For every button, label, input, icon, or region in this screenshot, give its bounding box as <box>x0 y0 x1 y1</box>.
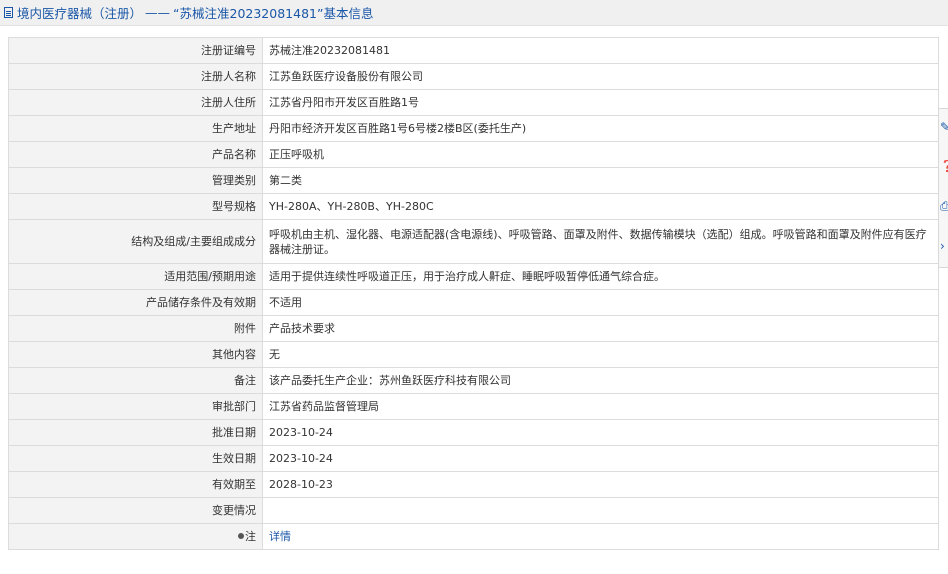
table-row: 生产地址 丹阳市经济开发区百胜路1号6号楼2楼B区(委托生产) <box>8 115 939 142</box>
table-row: 其他内容 无 <box>8 341 939 368</box>
page-title: “苏械注准20232081481”基本信息 <box>173 6 374 21</box>
row-label: 结构及组成/主要组成成分 <box>8 219 263 264</box>
row-value: 详情 <box>262 523 939 550</box>
help-icon[interactable]: ❓ <box>940 160 948 172</box>
row-value: 不适用 <box>262 289 939 316</box>
row-label: 生效日期 <box>8 445 263 472</box>
registration-info-table: 注册证编号 苏械注准20232081481 注册人名称 江苏鱼跃医疗设备股份有限… <box>8 37 939 550</box>
row-label: 管理类别 <box>8 167 263 194</box>
table-row: 变更情况 <box>8 497 939 524</box>
row-value: 无 <box>262 341 939 368</box>
table-row: 附件 产品技术要求 <box>8 315 939 342</box>
table-row: 注 详情 <box>8 523 939 550</box>
section-name: 境内医疗器械（注册） <box>17 6 143 21</box>
side-toolbar: ✎ ❓ ⎙ › <box>938 108 948 268</box>
row-label: 备注 <box>8 367 263 394</box>
table-row: 生效日期 2023-10-24 <box>8 445 939 472</box>
row-label: 批准日期 <box>8 419 263 446</box>
row-value: 江苏省药品监督管理局 <box>262 393 939 420</box>
table-row: 有效期至 2028-10-23 <box>8 471 939 498</box>
row-label: 有效期至 <box>8 471 263 498</box>
document-icon <box>4 7 13 18</box>
table-row: 审批部门 江苏省药品监督管理局 <box>8 393 939 420</box>
row-value: 适用于提供连续性呼吸道正压，用于治疗成人鼾症、睡眠呼吸暂停低通气综合症。 <box>262 263 939 290</box>
table-row: 适用范围/预期用途 适用于提供连续性呼吸道正压，用于治疗成人鼾症、睡眠呼吸暂停低… <box>8 263 939 290</box>
row-label: 注册人住所 <box>8 89 263 116</box>
row-value: 该产品委托生产企业：苏州鱼跃医疗科技有限公司 <box>262 367 939 394</box>
table-row: 注册人名称 江苏鱼跃医疗设备股份有限公司 <box>8 63 939 90</box>
table-row: 管理类别 第二类 <box>8 167 939 194</box>
row-value: 江苏省丹阳市开发区百胜路1号 <box>262 89 939 116</box>
row-value: 苏械注准20232081481 <box>262 37 939 64</box>
details-link[interactable]: 详情 <box>269 530 291 543</box>
row-value: 2023-10-24 <box>262 445 939 472</box>
row-label: 产品名称 <box>8 141 263 168</box>
row-value: 丹阳市经济开发区百胜路1号6号楼2楼B区(委托生产) <box>262 115 939 142</box>
row-value: 2023-10-24 <box>262 419 939 446</box>
note-label-cell: 注 <box>8 523 263 550</box>
table-row: 结构及组成/主要组成成分 呼吸机由主机、湿化器、电源适配器(含电源线)、呼吸管路… <box>8 219 939 264</box>
row-label: 型号规格 <box>8 193 263 220</box>
row-value: 2028-10-23 <box>262 471 939 498</box>
row-value: 产品技术要求 <box>262 315 939 342</box>
row-label: 审批部门 <box>8 393 263 420</box>
row-value: 正压呼吸机 <box>262 141 939 168</box>
row-label: 注册证编号 <box>8 37 263 64</box>
row-value: YH-280A、YH-280B、YH-280C <box>262 193 939 220</box>
breadcrumb-header: 境内医疗器械（注册） —— “苏械注准20232081481”基本信息 <box>0 0 948 26</box>
row-label: 适用范围/预期用途 <box>8 263 263 290</box>
row-label: 注册人名称 <box>8 63 263 90</box>
table-row: 批准日期 2023-10-24 <box>8 419 939 446</box>
print-icon[interactable]: ⎙ <box>940 200 948 212</box>
row-label: 附件 <box>8 315 263 342</box>
row-value: 呼吸机由主机、湿化器、电源适配器(含电源线)、呼吸管路、面罩及附件、数据传输模块… <box>262 219 939 264</box>
separator: —— <box>145 5 171 20</box>
table-row: 产品名称 正压呼吸机 <box>8 141 939 168</box>
edit-icon[interactable]: ✎ <box>940 121 948 133</box>
table-row: 注册人住所 江苏省丹阳市开发区百胜路1号 <box>8 89 939 116</box>
table-row: 型号规格 YH-280A、YH-280B、YH-280C <box>8 193 939 220</box>
table-row: 备注 该产品委托生产企业：苏州鱼跃医疗科技有限公司 <box>8 367 939 394</box>
row-label: 变更情况 <box>8 497 263 524</box>
chevron-right-icon[interactable]: › <box>940 240 948 252</box>
table-row: 注册证编号 苏械注准20232081481 <box>8 37 939 64</box>
row-label: 注 <box>245 530 256 543</box>
row-label: 其他内容 <box>8 341 263 368</box>
bulb-icon <box>238 533 244 539</box>
row-value <box>262 497 939 524</box>
row-value: 江苏鱼跃医疗设备股份有限公司 <box>262 63 939 90</box>
row-label: 产品储存条件及有效期 <box>8 289 263 316</box>
row-label: 生产地址 <box>8 115 263 142</box>
row-value: 第二类 <box>262 167 939 194</box>
table-row: 产品储存条件及有效期 不适用 <box>8 289 939 316</box>
